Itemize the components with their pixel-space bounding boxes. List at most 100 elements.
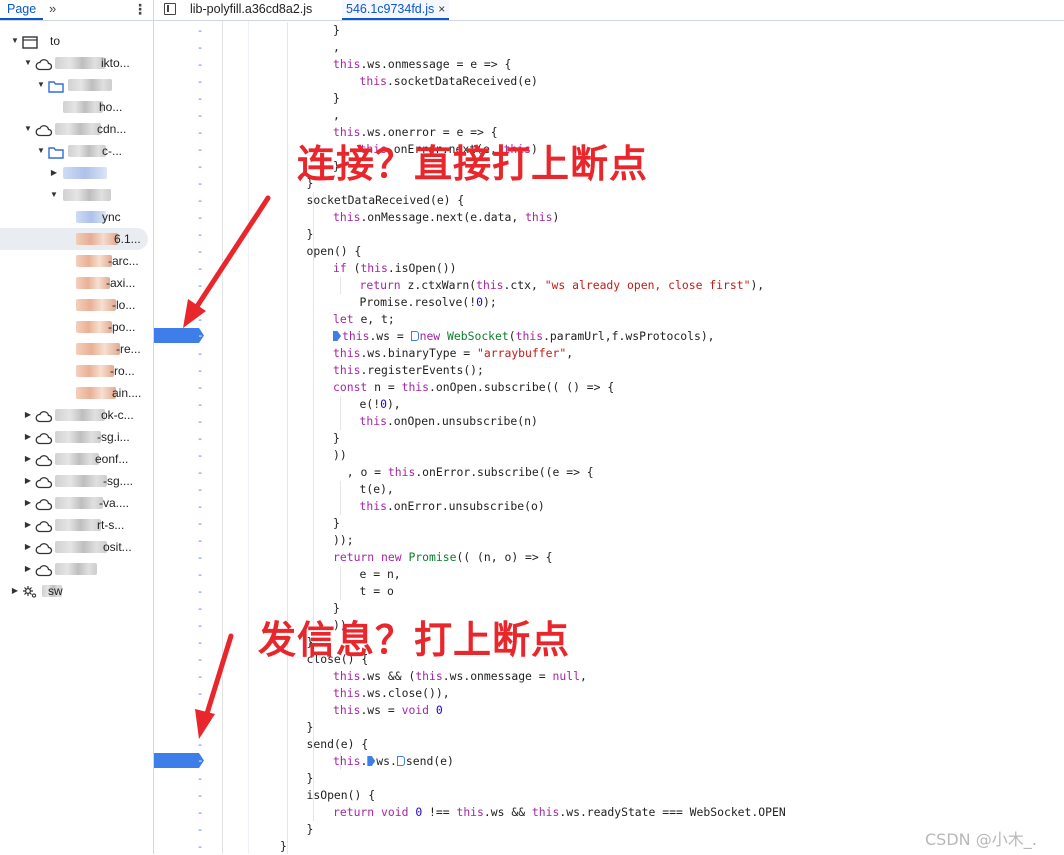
line-marker[interactable]: - bbox=[194, 124, 206, 141]
code-line[interactable]: this.onOpen.unsubscribe(n) bbox=[360, 413, 538, 430]
tree-item[interactable]: ▶ osit... bbox=[0, 536, 153, 558]
tree-item[interactable]: ▶ sw bbox=[0, 580, 153, 602]
line-marker[interactable]: - bbox=[194, 260, 206, 277]
tree-item[interactable]: ▶ ok-c... bbox=[0, 404, 153, 426]
chevron-right-icon[interactable]: ▶ bbox=[23, 426, 33, 448]
line-marker[interactable]: - bbox=[194, 447, 206, 464]
code-line[interactable]: send(e) { bbox=[307, 736, 369, 753]
line-marker[interactable]: - bbox=[194, 379, 206, 396]
line-marker[interactable]: - bbox=[194, 464, 206, 481]
tree-item[interactable]: ▶ -va.... bbox=[0, 492, 153, 514]
code-line[interactable]: socketDataReceived(e) { bbox=[307, 192, 465, 209]
tree-item[interactable]: ▶ bbox=[0, 558, 153, 580]
line-marker[interactable]: - bbox=[194, 226, 206, 243]
more-options-icon[interactable]: ⋮ bbox=[133, 0, 147, 18]
line-marker[interactable]: - bbox=[194, 22, 206, 39]
line-marker[interactable]: - bbox=[194, 770, 206, 787]
chevron-down-icon[interactable]: ▼ bbox=[36, 74, 46, 96]
tree-item[interactable]: ▶ -sg.... bbox=[0, 470, 153, 492]
line-marker[interactable]: - bbox=[194, 566, 206, 583]
chevron-right-icon[interactable]: ▶ bbox=[23, 470, 33, 492]
code-line[interactable]: )) bbox=[333, 447, 347, 464]
code-line[interactable]: Promise.resolve(!0); bbox=[360, 294, 497, 311]
tree-item[interactable]: ▶ bbox=[0, 162, 153, 184]
line-marker[interactable]: - bbox=[194, 668, 206, 685]
line-marker[interactable]: - bbox=[194, 175, 206, 192]
tree-item[interactable]: -axi... bbox=[0, 272, 153, 294]
inline-breakpoint-active[interactable] bbox=[333, 331, 341, 341]
line-marker[interactable]: - bbox=[194, 345, 206, 362]
toggle-navigator-icon[interactable] bbox=[164, 3, 176, 15]
chevron-down-icon[interactable]: ▼ bbox=[23, 118, 33, 140]
line-marker[interactable]: - bbox=[194, 413, 206, 430]
line-marker[interactable]: - bbox=[194, 685, 206, 702]
chevron-right-icon[interactable]: ▶ bbox=[23, 492, 33, 514]
chevron-right-icon[interactable]: ▶ bbox=[23, 536, 33, 558]
line-marker[interactable]: - bbox=[194, 141, 206, 158]
line-marker[interactable]: - bbox=[194, 515, 206, 532]
tree-item[interactable]: ▶ rt-s... bbox=[0, 514, 153, 536]
chevron-right-icon[interactable]: ▶ bbox=[23, 448, 33, 470]
line-marker[interactable]: - bbox=[194, 39, 206, 56]
tree-item[interactable]: ho... bbox=[0, 96, 153, 118]
line-marker[interactable]: - bbox=[194, 804, 206, 821]
chevron-down-icon[interactable]: ▼ bbox=[23, 52, 33, 74]
line-marker[interactable]: - bbox=[194, 158, 206, 175]
chevron-right-icon[interactable]: ▶ bbox=[23, 404, 33, 426]
line-marker[interactable]: - bbox=[194, 702, 206, 719]
close-icon[interactable]: × bbox=[438, 2, 445, 16]
line-marker[interactable]: - bbox=[194, 651, 206, 668]
line-marker[interactable]: - bbox=[194, 209, 206, 226]
line-marker[interactable]: - bbox=[194, 107, 206, 124]
code-line[interactable]: } bbox=[333, 430, 340, 447]
line-marker[interactable]: - bbox=[194, 362, 206, 379]
line-marker[interactable]: - bbox=[194, 294, 206, 311]
inline-breakpoint-active[interactable] bbox=[367, 756, 376, 766]
line-marker[interactable]: - bbox=[194, 821, 206, 838]
line-number-gutter[interactable]: ----------------------------------------… bbox=[154, 21, 222, 854]
tree-item[interactable]: ync bbox=[0, 206, 153, 228]
code-line[interactable]: } bbox=[280, 838, 287, 854]
tab-lib-polyfill[interactable]: lib-polyfill.a36cd8a2.js bbox=[186, 0, 316, 20]
code-line[interactable]: this.ws = void 0 bbox=[333, 702, 443, 719]
inline-breakpoint-available[interactable] bbox=[410, 331, 419, 341]
code-line[interactable]: t = o bbox=[360, 583, 394, 600]
code-line[interactable]: this.ws.onmessage = e => { bbox=[333, 56, 511, 73]
code-line[interactable]: )); bbox=[333, 532, 354, 549]
line-marker[interactable]: - bbox=[194, 532, 206, 549]
code-line[interactable]: } bbox=[307, 821, 314, 838]
line-marker[interactable]: - bbox=[194, 787, 206, 804]
code-line[interactable]: , o = this.onError.subscribe((e => { bbox=[333, 464, 594, 481]
line-marker[interactable]: - bbox=[194, 838, 206, 855]
code-line[interactable]: this.ws && (this.ws.onmessage = null, bbox=[333, 668, 587, 685]
line-marker[interactable]: - bbox=[194, 90, 206, 107]
code-line[interactable]: isOpen() { bbox=[307, 787, 376, 804]
chevron-right-icon[interactable]: ▶ bbox=[10, 580, 20, 602]
chevron-down-icon[interactable]: ▼ bbox=[10, 30, 20, 52]
tree-item[interactable]: -lo... bbox=[0, 294, 153, 316]
line-marker[interactable]: - bbox=[194, 56, 206, 73]
code-line[interactable]: let e, t; bbox=[333, 311, 395, 328]
inline-breakpoint-available[interactable] bbox=[396, 756, 405, 766]
tree-item[interactable]: ▶ -sg.i... bbox=[0, 426, 153, 448]
code-line[interactable]: this.ws = new WebSocket(this.paramUrl,f.… bbox=[333, 328, 715, 345]
code-line[interactable]: } bbox=[307, 719, 314, 736]
code-line[interactable]: this.ws.close()), bbox=[333, 685, 450, 702]
code-line[interactable]: } bbox=[307, 226, 314, 243]
tree-item[interactable]: 6.1... bbox=[0, 228, 148, 250]
line-marker[interactable]: - bbox=[194, 498, 206, 515]
code-line[interactable]: t(e), bbox=[360, 481, 394, 498]
code-line[interactable]: e(!0), bbox=[360, 396, 401, 413]
tree-item[interactable]: ▶ eonf... bbox=[0, 448, 153, 470]
code-line[interactable]: } bbox=[333, 515, 340, 532]
tree-item[interactable]: ▼ to bbox=[0, 30, 153, 52]
more-tabs-icon[interactable]: » bbox=[49, 0, 56, 18]
code-line[interactable]: this.ws.binaryType = "arraybuffer", bbox=[333, 345, 573, 362]
chevron-down-icon[interactable]: ▼ bbox=[49, 184, 59, 206]
code-line[interactable]: , bbox=[333, 107, 340, 124]
tree-item[interactable]: -po... bbox=[0, 316, 153, 338]
line-marker[interactable]: - bbox=[194, 311, 206, 328]
line-marker[interactable]: - bbox=[194, 549, 206, 566]
line-marker[interactable]: - bbox=[194, 719, 206, 736]
tree-item[interactable]: ▼ cdn... bbox=[0, 118, 153, 140]
